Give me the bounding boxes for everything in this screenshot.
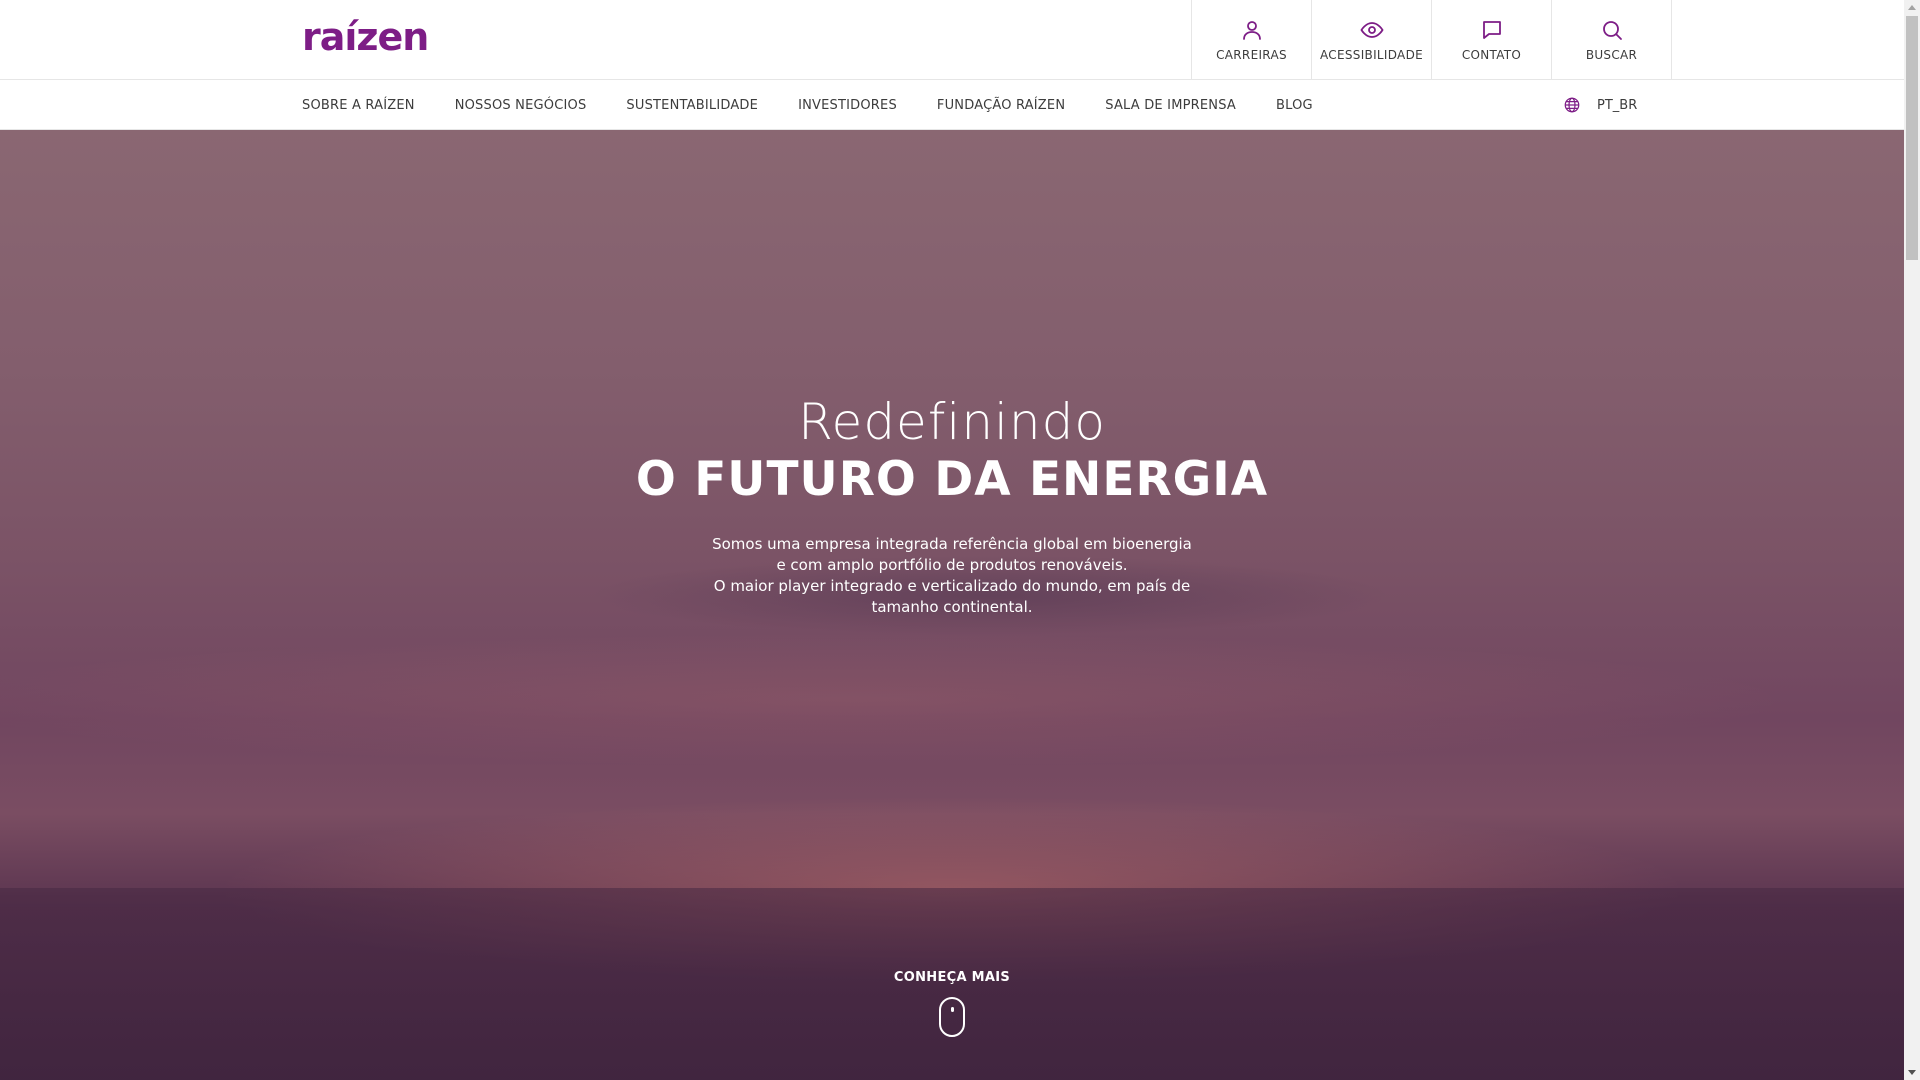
careers-label: CARREIRAS — [1216, 47, 1287, 62]
accessibility-label: ACESSIBILIDADE — [1320, 47, 1423, 62]
nav-item-sobre[interactable]: SOBRE A RAÍZEN — [302, 98, 415, 113]
main-nav: SOBRE A RAÍZEN NOSSOS NEGÓCIOS SUSTENTAB… — [302, 80, 1353, 130]
hero-text: Redefinindo O FUTURO DA ENERGIA Somos um… — [0, 392, 1904, 618]
top-header: raízen CARREIRAS ACESSIBILIDADE CONTATO … — [0, 0, 1904, 80]
search-button[interactable]: BUSCAR — [1552, 0, 1672, 79]
hero-description: Somos uma empresa integrada referência g… — [712, 534, 1192, 618]
nav-item-blog[interactable]: BLOG — [1276, 98, 1313, 113]
scroll-up-arrow[interactable] — [1908, 5, 1916, 10]
hero-title-bold: O FUTURO DA ENERGIA — [635, 452, 1269, 507]
learn-more-label[interactable]: CONHEÇA MAIS — [0, 970, 1904, 985]
eye-icon — [1359, 21, 1384, 38]
scroll-down-arrow[interactable] — [1908, 1070, 1916, 1075]
hero-section: Redefinindo O FUTURO DA ENERGIA Somos um… — [0, 130, 1904, 1080]
raizen-logo[interactable]: raízen — [302, 18, 429, 56]
utility-nav: CARREIRAS ACESSIBILIDADE CONTATO BUSCAR — [1191, 0, 1672, 79]
hero-title-light: Redefinindo — [798, 393, 1106, 451]
person-icon — [1242, 20, 1261, 40]
accessibility-button[interactable]: ACESSIBILIDADE — [1312, 0, 1432, 79]
careers-button[interactable]: CARREIRAS — [1192, 0, 1312, 79]
learn-more[interactable]: CONHEÇA MAIS — [0, 970, 1904, 1037]
chat-bubble-icon — [1482, 20, 1501, 39]
scrollbar-thumb[interactable] — [1906, 16, 1918, 260]
nav-item-negocios[interactable]: NOSSOS NEGÓCIOS — [455, 98, 587, 113]
search-label: BUSCAR — [1585, 47, 1638, 62]
contact-button[interactable]: CONTATO — [1432, 0, 1552, 79]
page-scrollbar[interactable] — [1904, 0, 1920, 1080]
nav-item-fundacao[interactable]: FUNDAÇÃO RAÍZEN — [937, 98, 1065, 113]
globe-icon — [1564, 97, 1580, 113]
hero-description-line1: Somos uma empresa integrada referência g… — [712, 535, 1192, 574]
main-nav-bar: SOBRE A RAÍZEN NOSSOS NEGÓCIOS SUSTENTAB… — [0, 80, 1904, 130]
language-label: PT_BR — [1597, 97, 1638, 113]
mouse-scroll-icon[interactable] — [939, 997, 965, 1037]
nav-item-investidores[interactable]: INVESTIDORES — [798, 98, 897, 113]
nav-item-sustentabilidade[interactable]: SUSTENTABILIDADE — [626, 98, 758, 113]
hero-description-line2: O maior player integrado e verticalizado… — [713, 577, 1191, 616]
language-selector[interactable]: PT_BR — [1563, 80, 1637, 130]
search-icon — [1602, 20, 1622, 40]
nav-item-imprensa[interactable]: SALA DE IMPRENSA — [1105, 98, 1236, 113]
contact-label: CONTATO — [1461, 47, 1522, 62]
